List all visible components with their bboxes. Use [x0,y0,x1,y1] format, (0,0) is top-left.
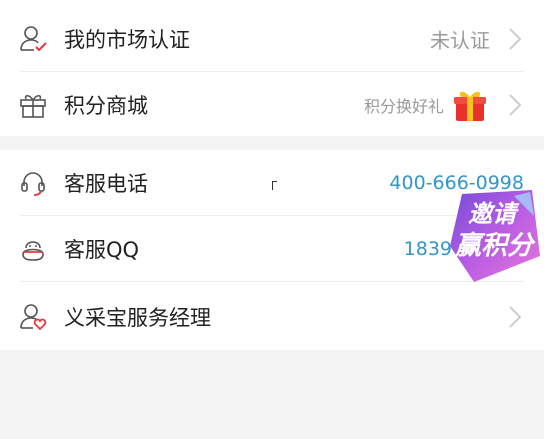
chevron-right-icon [509,28,522,50]
service-manager-label: 义采宝服务经理 [64,306,211,330]
service-phone-label: 客服电话 [64,172,148,196]
service-qq-label: 客服QQ [64,238,140,262]
market-certification-label: 我的市场认证 [64,28,190,52]
points-mall-row[interactable]: 积分商城 积分换好礼 [0,72,544,138]
user-heart-icon [20,304,47,331]
badge-line2: 赢积分 [454,231,536,261]
headset-icon [21,172,45,196]
badge-line1: 邀请 [468,200,520,228]
chevron-right-icon [509,306,522,328]
account-section: 我的市场认证 未认证 积分商城 积分换好礼 [0,0,544,136]
red-gift-icon [454,91,486,121]
invite-earn-points-badge[interactable]: 邀请 赢积分 [444,186,544,286]
certification-status: 未认证 [430,28,490,53]
points-exchange-text: 积分换好礼 [363,97,444,116]
chevron-right-icon [509,94,522,116]
points-mall-label: 积分商城 [64,94,148,118]
cursor-mark [272,181,277,190]
market-certification-row[interactable]: 我的市场认证 未认证 [0,6,544,72]
gift-box-icon [20,94,46,118]
qq-penguin-icon [22,241,44,261]
user-verify-icon [20,26,47,52]
service-manager-row[interactable]: 义采宝服务经理 [0,284,544,350]
